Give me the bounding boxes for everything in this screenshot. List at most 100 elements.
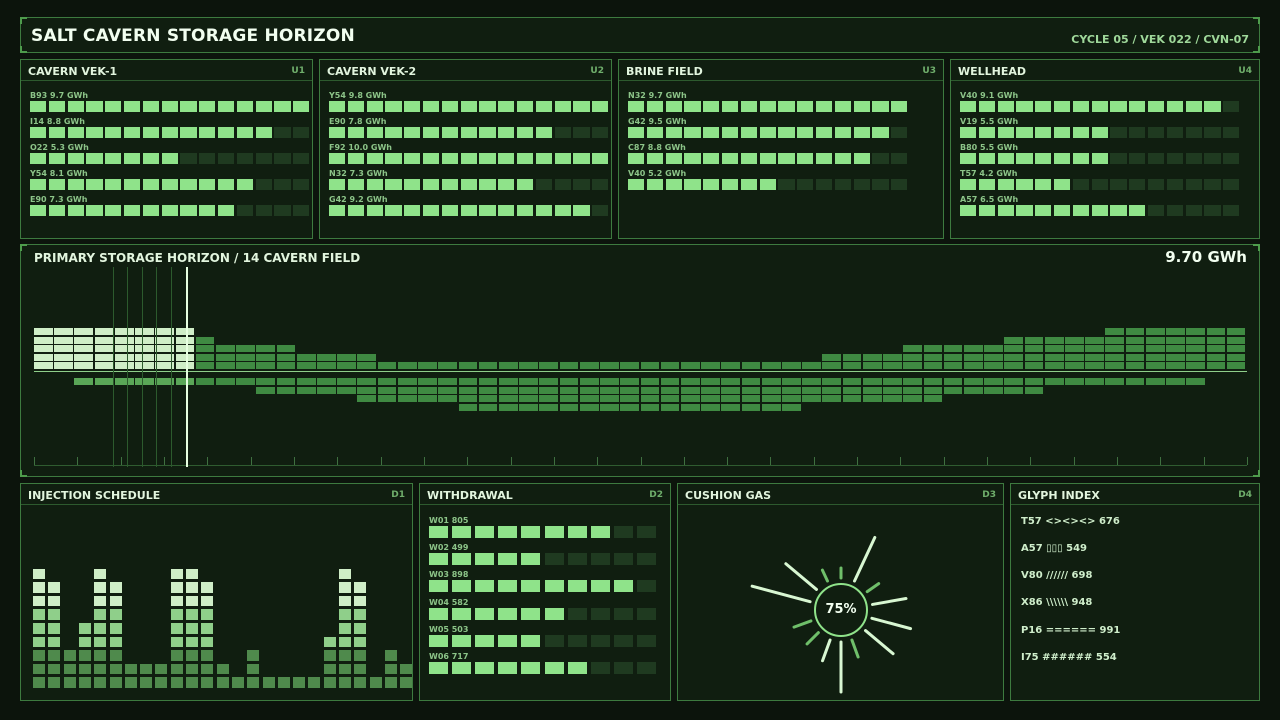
level-cell xyxy=(573,153,590,164)
level-cell xyxy=(293,179,310,190)
horizon-lower-cell xyxy=(1186,378,1206,385)
level-cell xyxy=(404,101,421,112)
level-cell xyxy=(30,101,47,112)
level-cell xyxy=(1129,127,1146,138)
level-cell xyxy=(1035,205,1052,216)
level-cell xyxy=(1035,179,1052,190)
horizon-upper-cell xyxy=(1105,336,1125,344)
level-cell xyxy=(778,127,795,138)
injection-cell xyxy=(293,677,306,689)
withdrawal-cell xyxy=(452,662,472,674)
horizon-upper-cell xyxy=(701,362,720,370)
level-cell xyxy=(460,205,477,216)
horizon-axis-tick xyxy=(163,457,165,465)
horizon-lower-cell xyxy=(903,386,923,394)
level-cell xyxy=(535,205,553,216)
injection-cell xyxy=(216,663,229,675)
injection-cell xyxy=(48,663,61,675)
horizon-upper-cell xyxy=(1125,336,1145,344)
level-cell xyxy=(404,127,421,138)
horizon-upper-cell xyxy=(903,362,923,370)
injection-cell xyxy=(63,650,76,661)
horizon-lower-cell xyxy=(539,386,559,394)
level-cell xyxy=(517,205,534,216)
level-cell xyxy=(759,101,776,112)
level-cell xyxy=(1016,153,1033,164)
horizon-upper-cell xyxy=(54,328,73,335)
level-cell xyxy=(86,179,103,190)
level-cell xyxy=(834,153,852,164)
horizon-upper-cell xyxy=(215,362,235,370)
gauge-spoke xyxy=(821,638,832,663)
horizon-lower-cell xyxy=(822,378,842,385)
horizon-lower-cell xyxy=(296,386,316,394)
level-cell xyxy=(385,127,402,138)
panel-title: BRINE FIELD xyxy=(626,65,703,78)
level-cell xyxy=(67,101,84,112)
horizon-upper-cell xyxy=(114,353,134,361)
level-cell xyxy=(329,127,346,138)
bar-label: O22 5.3 GWh xyxy=(30,143,89,152)
horizon-lower-cell xyxy=(620,386,639,394)
injection-cell xyxy=(201,677,214,689)
injection-cell xyxy=(216,677,229,689)
horizon-lower-cell xyxy=(195,378,215,385)
level-cell xyxy=(535,127,553,138)
horizon-upper-cell xyxy=(1125,345,1145,353)
level-cell xyxy=(218,179,235,190)
withdrawal-cell xyxy=(544,526,564,538)
bar-label: W06 717 xyxy=(429,652,469,661)
level-cell xyxy=(142,101,160,112)
injection-cell xyxy=(109,636,122,648)
horizon-upper-cell xyxy=(862,362,882,370)
injection-cell xyxy=(339,623,351,634)
level-cell xyxy=(236,179,254,190)
bar-label: G42 9.2 GWh xyxy=(329,195,388,204)
horizon-lower-cell xyxy=(418,395,437,403)
horizon-lower-cell xyxy=(721,395,741,403)
horizon-lower-cell xyxy=(559,403,579,411)
horizon-upper-cell xyxy=(1206,353,1226,361)
injection-cell xyxy=(33,595,45,607)
withdrawal-cell xyxy=(567,580,587,593)
level-cell xyxy=(180,101,197,112)
level-cell xyxy=(1204,153,1221,164)
horizon-lower-cell xyxy=(397,378,417,385)
horizon-lower-cell xyxy=(842,395,862,403)
level-cell xyxy=(978,101,996,112)
level-cell xyxy=(997,127,1014,138)
horizon-upper-cell xyxy=(579,362,599,370)
withdrawal-cell xyxy=(590,634,610,647)
horizon-lower-cell xyxy=(1004,386,1024,394)
injection-cell xyxy=(94,677,107,689)
horizon-upper-cell xyxy=(74,362,94,370)
injection-cell xyxy=(170,582,183,593)
horizon-upper-cell xyxy=(135,362,154,370)
glyph-row: X86 \\\\\\ 948 xyxy=(1021,597,1093,608)
level-cell xyxy=(1054,127,1071,138)
horizon-lower-cell xyxy=(519,403,538,411)
horizon-upper-cell xyxy=(984,353,1003,361)
horizon-lower-cell xyxy=(337,386,356,394)
level-cell xyxy=(329,101,346,112)
injection-cell xyxy=(170,677,183,689)
horizon-lower-cell xyxy=(620,403,639,411)
cushion-gas-panel: CUSHION GAS D3 75% xyxy=(677,483,1004,701)
level-cell xyxy=(293,153,310,164)
level-cell xyxy=(1166,179,1184,190)
horizon-upper-cell xyxy=(1125,362,1145,370)
horizon-lower-cell xyxy=(822,395,842,403)
injection-cell xyxy=(339,636,351,648)
level-cell xyxy=(960,179,977,190)
withdrawal-cell xyxy=(498,662,518,674)
horizon-upper-cell xyxy=(842,362,862,370)
horizon-upper-cell xyxy=(317,353,336,361)
horizon-upper-cell xyxy=(1226,328,1246,335)
horizon-lower-cell xyxy=(761,395,781,403)
horizon-upper-cell xyxy=(1145,345,1165,353)
horizon-lower-cell xyxy=(498,395,518,403)
level-cell xyxy=(67,205,84,216)
horizon-lower-cell xyxy=(256,378,276,385)
bar-label: A57 6.5 GWh xyxy=(960,195,1019,204)
level-cell xyxy=(274,205,291,216)
